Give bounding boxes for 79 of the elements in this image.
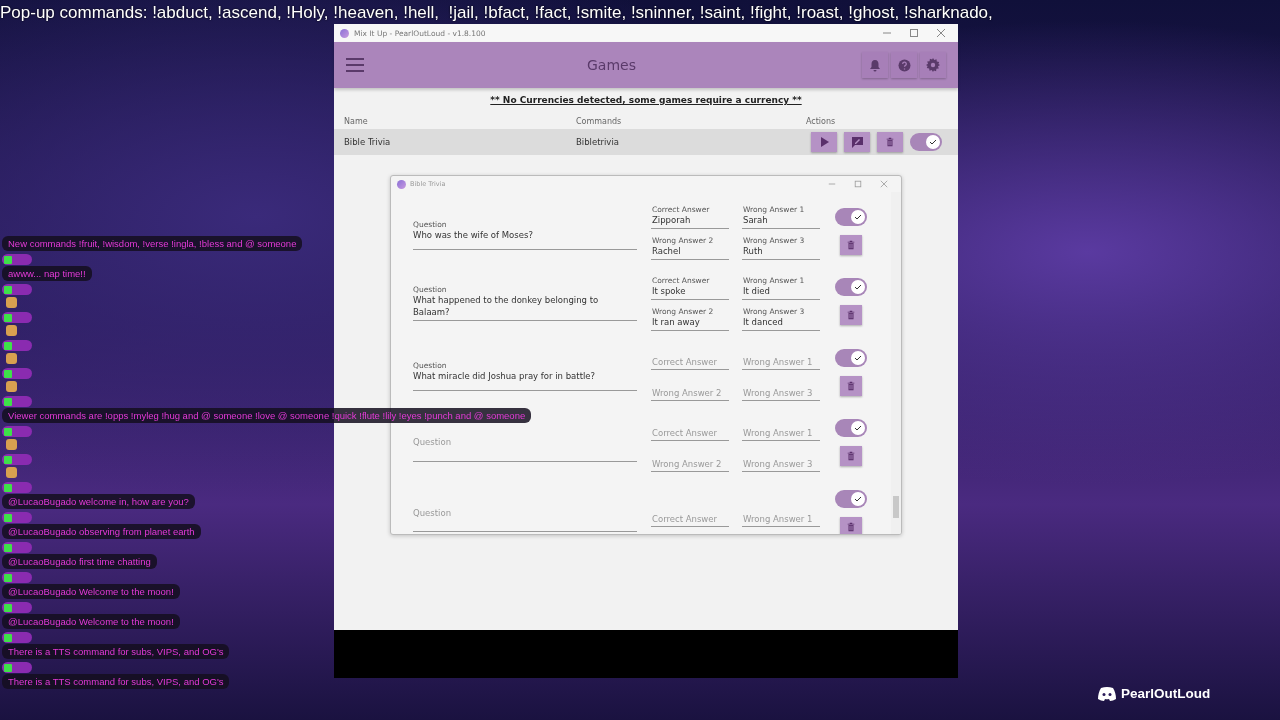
column-header: Commands (576, 116, 623, 126)
user-badge (2, 396, 32, 407)
chat-message: @LucaoBugado Welcome to the moon! (2, 584, 180, 599)
menu-icon[interactable] (346, 58, 364, 72)
chat-message: @LucaoBugado observing from planet earth (2, 524, 201, 539)
user-badge (2, 512, 32, 523)
toggle-switch[interactable] (835, 207, 867, 226)
check-icon (854, 424, 862, 433)
edit-button[interactable] (844, 132, 870, 152)
channel-name: PearlOutLoud (1121, 686, 1211, 701)
user-badge (2, 254, 32, 265)
chat-message: @LucaoBugado welcome in, how are you? (2, 494, 195, 509)
game-row[interactable]: Bible Trivia Bibletrivia (334, 129, 958, 155)
emote-icon (6, 325, 17, 336)
emote-icon (6, 439, 17, 450)
trash-icon (885, 137, 895, 147)
app-logo-icon (397, 179, 406, 189)
delete-button[interactable] (840, 375, 862, 396)
game-name: Bible Trivia (344, 137, 392, 147)
user-badge (2, 284, 32, 295)
trash-icon (846, 310, 856, 321)
play-icon (819, 137, 829, 147)
check-icon (854, 212, 862, 221)
page-title: Games (586, 57, 637, 73)
trash-icon (846, 239, 856, 250)
user-badge (2, 368, 32, 379)
help-button[interactable] (891, 52, 917, 78)
check-icon (854, 283, 862, 292)
play-button[interactable] (811, 132, 837, 152)
toggle-switch[interactable] (835, 419, 867, 438)
user-badge (2, 340, 32, 351)
banner-text: Pop-up commands: !abduct, !ascend, !Holy, !heaven, !hell, !jail, !bfact, !fact, !smite, !sninner, !saint, !fight, !roast, !ghost, !sharknado, (0, 3, 993, 23)
check-icon (929, 138, 937, 146)
delete-button[interactable] (840, 305, 862, 326)
check-icon (854, 353, 862, 362)
trash-icon (846, 380, 856, 391)
column-header: Name (344, 116, 369, 126)
emote-icon (6, 467, 17, 478)
emote-icon (6, 353, 17, 364)
comment-edit-icon (851, 136, 863, 148)
check-icon (854, 494, 862, 503)
chat-message: @LucaoBugado first time chatting (2, 554, 157, 569)
chat-message: There is a TTS command for subs, VIPS, and OG's (2, 644, 230, 659)
user-badge (2, 542, 32, 553)
toggle-switch[interactable] (835, 278, 867, 297)
user-badge (2, 572, 32, 583)
bell-icon (869, 58, 881, 72)
currency-notice: ** No Currencies detected, some games require a currency ** (489, 95, 803, 105)
chat-bubble-icon (1098, 686, 1116, 701)
settings-button[interactable] (920, 52, 946, 78)
notifications-button[interactable] (862, 52, 888, 78)
delete-button[interactable] (840, 446, 862, 467)
help-icon (897, 58, 911, 72)
emote-icon (6, 297, 17, 308)
chat-message: Viewer commands are !opps !myleg !hug and @ someone !love @ someone !quick !flute !lily !eyes !punch and @ someone (2, 408, 532, 423)
user-badge (2, 632, 32, 643)
user-badge (2, 426, 32, 437)
chat-message: New commands !fruit, !wisdom, !verse !ingla, !bless and @ someone (2, 236, 303, 251)
scrollbar[interactable] (891, 192, 901, 534)
toggle-switch[interactable] (835, 489, 867, 508)
column-header: Actions (806, 116, 837, 126)
chat-message: @LucaoBugado Welcome to the moon! (2, 614, 180, 629)
trash-icon (846, 521, 856, 532)
game-command: Bibletrivia (576, 137, 620, 147)
app-logo-icon (340, 28, 349, 38)
gear-icon (926, 58, 940, 72)
user-badge (2, 662, 32, 673)
chat-message: There is a TTS command for subs, VIPS, and OG's (2, 674, 230, 689)
toggle-switch[interactable] (835, 348, 867, 367)
delete-button[interactable] (840, 516, 862, 534)
chat-message: awww... nap time!! (2, 266, 92, 281)
user-badge (2, 482, 32, 493)
trash-icon (846, 451, 856, 462)
delete-button[interactable] (840, 234, 862, 255)
user-badge (2, 312, 32, 323)
user-badge (2, 602, 32, 613)
toggle-switch[interactable] (910, 133, 942, 151)
emote-icon (6, 381, 17, 392)
user-badge (2, 454, 32, 465)
